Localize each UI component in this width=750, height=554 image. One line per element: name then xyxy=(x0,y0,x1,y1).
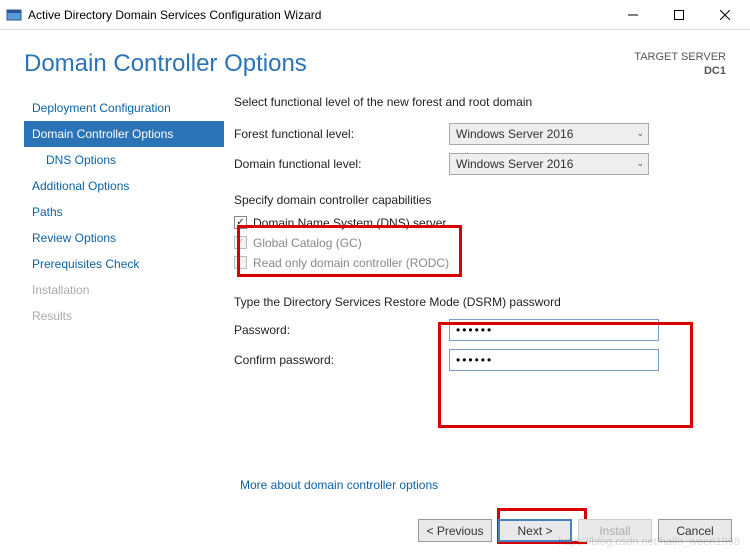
domain-level-dropdown[interactable]: Windows Server 2016 ⌄ xyxy=(449,153,649,175)
gc-check-label: Global Catalog (GC) xyxy=(253,236,362,250)
more-link[interactable]: More about domain controller options xyxy=(240,478,438,492)
forest-level-value: Windows Server 2016 xyxy=(456,127,573,141)
chevron-down-icon: ⌄ xyxy=(636,128,644,139)
domain-level-value: Windows Server 2016 xyxy=(456,157,573,171)
dns-checkbox[interactable]: ✓ xyxy=(234,216,247,229)
sidebar-item-installation: Installation xyxy=(24,277,224,303)
dns-checkbox-row[interactable]: ✓ Domain Name System (DNS) server xyxy=(234,213,726,233)
dns-check-label: Domain Name System (DNS) server xyxy=(253,216,446,230)
sidebar: Deployment Configuration Domain Controll… xyxy=(24,89,224,379)
next-button[interactable]: Next > xyxy=(498,519,572,542)
capabilities-label: Specify domain controller capabilities xyxy=(234,193,726,207)
footer: < Previous Next > Install Cancel xyxy=(418,519,732,542)
dsrm-intro: Type the Directory Services Restore Mode… xyxy=(234,295,726,309)
body: Deployment Configuration Domain Controll… xyxy=(0,89,750,379)
functional-intro: Select functional level of the new fores… xyxy=(234,95,726,109)
confirm-password-input[interactable] xyxy=(449,349,659,371)
page-title: Domain Controller Options xyxy=(24,50,307,78)
password-label: Password: xyxy=(234,323,449,337)
domain-label: Domain functional level: xyxy=(234,157,449,171)
rodc-checkbox-row: Read only domain controller (RODC) xyxy=(234,253,726,273)
password-input[interactable] xyxy=(449,319,659,341)
titlebar: Active Directory Domain Services Configu… xyxy=(0,0,750,30)
previous-button[interactable]: < Previous xyxy=(418,519,492,542)
maximize-button[interactable] xyxy=(656,0,702,30)
sidebar-item-deployment[interactable]: Deployment Configuration xyxy=(24,95,224,121)
forest-label: Forest functional level: xyxy=(234,127,449,141)
gc-checkbox-row: ✓ Global Catalog (GC) xyxy=(234,233,726,253)
sidebar-item-prereq[interactable]: Prerequisites Check xyxy=(24,251,224,277)
target-label: TARGET SERVER xyxy=(634,50,726,64)
forest-level-dropdown[interactable]: Windows Server 2016 ⌄ xyxy=(449,123,649,145)
gc-checkbox: ✓ xyxy=(234,236,247,249)
confirm-label: Confirm password: xyxy=(234,353,449,367)
install-button: Install xyxy=(578,519,652,542)
target-server: TARGET SERVER DC1 xyxy=(634,50,726,79)
sidebar-item-review[interactable]: Review Options xyxy=(24,225,224,251)
rodc-check-label: Read only domain controller (RODC) xyxy=(253,256,449,270)
close-button[interactable] xyxy=(702,0,748,30)
window-title: Active Directory Domain Services Configu… xyxy=(28,8,610,22)
sidebar-item-paths[interactable]: Paths xyxy=(24,199,224,225)
target-value: DC1 xyxy=(634,64,726,78)
sidebar-item-dns-options[interactable]: DNS Options xyxy=(24,147,224,173)
chevron-down-icon: ⌄ xyxy=(636,158,644,169)
header: Domain Controller Options TARGET SERVER … xyxy=(0,30,750,89)
content: Select functional level of the new fores… xyxy=(224,89,750,379)
sidebar-item-results: Results xyxy=(24,303,224,329)
app-icon xyxy=(6,7,22,23)
minimize-button[interactable] xyxy=(610,0,656,30)
rodc-checkbox xyxy=(234,256,247,269)
sidebar-item-additional[interactable]: Additional Options xyxy=(24,173,224,199)
cancel-button[interactable]: Cancel xyxy=(658,519,732,542)
sidebar-item-domain-controller[interactable]: Domain Controller Options xyxy=(24,121,224,147)
